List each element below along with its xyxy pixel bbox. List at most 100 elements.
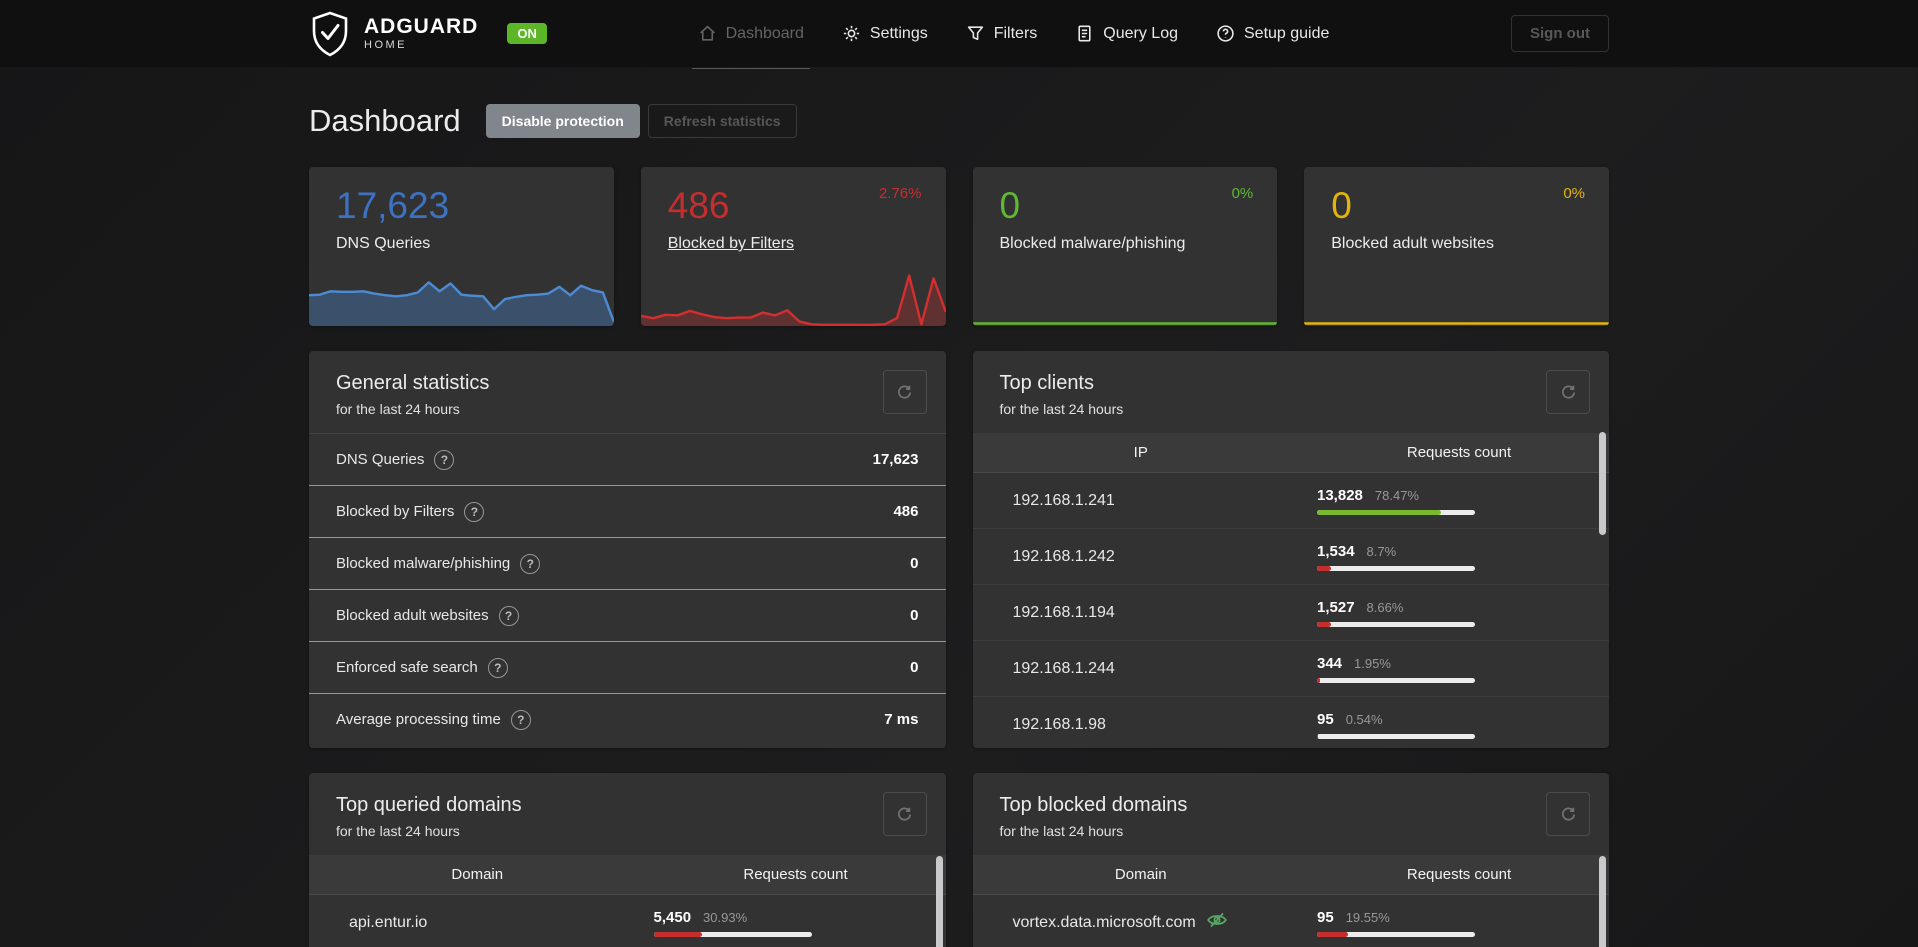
- nav-item-settings[interactable]: Settings: [842, 0, 928, 67]
- blocked-filters-value: 486: [667, 185, 730, 226]
- card-dns-queries: 17,623 DNS Queries: [309, 167, 614, 326]
- stats-row-value: 486: [893, 503, 919, 520]
- top-blocked-domains-panel: Top blocked domains for the last 24 hour…: [972, 773, 1609, 947]
- brand-title: ADGUARD: [364, 15, 479, 38]
- refresh-statistics-button[interactable]: Refresh statistics: [647, 104, 797, 138]
- gear-icon: [843, 25, 860, 42]
- top-blocked-subtitle: for the last 24 hours: [999, 823, 1124, 839]
- card-blocked-adult: 0 Blocked adult websites 0%: [1304, 167, 1609, 326]
- stats-row-label: Blocked adult websites: [336, 607, 489, 624]
- top-clients-panel: Top clients for the last 24 hours IP Req…: [972, 351, 1609, 748]
- top-queried-title: Top queried domains: [336, 794, 522, 816]
- progress-bar: [1317, 565, 1475, 571]
- home-icon: [699, 25, 715, 41]
- dns-queries-sparkline: [309, 270, 614, 326]
- scrollbar-thumb[interactable]: [1599, 432, 1606, 535]
- domain-percent: 30.93%: [703, 909, 748, 925]
- client-ip[interactable]: 192.168.1.98: [1013, 716, 1106, 734]
- disable-protection-button[interactable]: Disable protection: [485, 104, 640, 138]
- top-queried-table-header: Domain Requests count: [309, 855, 946, 895]
- stats-row: Average processing time? 7 ms: [309, 693, 946, 745]
- help-icon[interactable]: ?: [520, 553, 541, 574]
- nav-item-setup-guide[interactable]: Setup guide: [1216, 0, 1329, 67]
- help-icon[interactable]: ?: [434, 449, 455, 470]
- client-row: 192.168.1.244 344 1.95%: [972, 641, 1609, 697]
- column-header-domain: Domain: [451, 866, 504, 883]
- client-ip[interactable]: 192.168.1.241: [1013, 492, 1115, 510]
- sign-out-button[interactable]: Sign out: [1511, 15, 1609, 52]
- help-icon[interactable]: ?: [510, 709, 531, 730]
- nav-item-query-log[interactable]: Query Log: [1075, 0, 1178, 67]
- general-statistics-refresh-button[interactable]: [882, 370, 927, 414]
- stats-row-value: 7 ms: [884, 711, 919, 728]
- top-nav: ADGUARD HOME ON Dashboard Settings Filte…: [0, 0, 1918, 69]
- shield-check-icon: [312, 11, 348, 56]
- question-circle-icon: [1217, 25, 1234, 42]
- client-count: 1,534: [1317, 542, 1355, 560]
- column-header-requests: Requests count: [743, 866, 848, 883]
- stats-row-label: Blocked by Filters: [336, 503, 455, 520]
- client-ip[interactable]: 192.168.1.242: [1013, 548, 1115, 566]
- nav-item-filters[interactable]: Filters: [966, 0, 1038, 67]
- brand-subtitle: HOME: [364, 39, 407, 51]
- top-clients-refresh-button[interactable]: [1546, 370, 1590, 414]
- client-row: 192.168.1.241 13,828 78.47%: [972, 473, 1609, 529]
- domain-percent: 19.55%: [1345, 909, 1390, 925]
- progress-bar: [1317, 733, 1475, 739]
- general-statistics-subtitle: for the last 24 hours: [336, 401, 460, 417]
- refresh-icon: [1561, 385, 1575, 399]
- eye-off-icon[interactable]: [1206, 909, 1228, 936]
- blocked-malware-sparkline: [973, 276, 1278, 326]
- client-count: 13,828: [1317, 486, 1363, 504]
- client-percent: 1.95%: [1354, 655, 1391, 671]
- progress-bar: [1317, 509, 1475, 515]
- help-icon[interactable]: ?: [464, 501, 485, 522]
- stats-row: Enforced safe search? 0: [309, 641, 946, 693]
- top-clients-title: Top clients: [999, 372, 1095, 394]
- blocked-malware-label: Blocked malware/phishing: [999, 235, 1186, 252]
- client-row: 192.168.1.194 1,527 8.66%: [972, 585, 1609, 641]
- help-icon[interactable]: ?: [498, 605, 519, 626]
- page-title: Dashboard: [309, 103, 461, 138]
- progress-bar: [1317, 621, 1475, 627]
- stats-row: DNS Queries? 17,623: [309, 433, 946, 485]
- stats-row-label: Enforced safe search: [336, 659, 478, 676]
- top-queried-domains-panel: Top queried domains for the last 24 hour…: [309, 773, 946, 947]
- dns-queries-value: 17,623: [336, 185, 450, 226]
- client-count: 1,527: [1317, 598, 1355, 616]
- blocked-filters-sparkline: [640, 270, 946, 326]
- general-statistics-table: DNS Queries? 17,623 Blocked by Filters? …: [309, 433, 946, 745]
- scrollbar-thumb[interactable]: [1599, 856, 1606, 947]
- top-blocked-title: Top blocked domains: [999, 794, 1188, 816]
- top-queried-refresh-button[interactable]: [882, 792, 927, 836]
- top-clients-subtitle: for the last 24 hours: [999, 401, 1124, 417]
- client-percent: 8.66%: [1366, 599, 1404, 615]
- progress-bar: [653, 931, 812, 937]
- scrollbar-thumb[interactable]: [935, 856, 943, 947]
- general-statistics-panel: General statistics for the last 24 hours…: [309, 351, 946, 748]
- blocked-filters-percent: 2.76%: [878, 185, 922, 202]
- blocked-adult-percent: 0%: [1563, 185, 1585, 202]
- stats-row-value: 0: [910, 555, 919, 572]
- nav-label: Filters: [993, 24, 1038, 42]
- stats-row: Blocked adult websites? 0: [309, 589, 946, 641]
- queried-domain[interactable]: api.entur.io: [349, 914, 427, 932]
- client-percent: 0.54%: [1345, 711, 1383, 727]
- blocked-filters-link[interactable]: Blocked by Filters: [668, 235, 794, 253]
- top-blocked-table-header: Domain Requests count: [972, 855, 1609, 895]
- client-ip[interactable]: 192.168.1.244: [1013, 660, 1115, 678]
- client-ip[interactable]: 192.168.1.194: [1013, 604, 1115, 622]
- client-count: 95: [1317, 710, 1334, 728]
- top-clients-table-header: IP Requests count: [972, 433, 1609, 473]
- progress-bar: [1317, 677, 1475, 683]
- nav-item-dashboard[interactable]: Dashboard: [691, 0, 811, 69]
- document-icon: [1078, 25, 1091, 42]
- blocked-adult-sparkline: [1304, 276, 1609, 326]
- general-statistics-title: General statistics: [336, 372, 490, 394]
- help-icon[interactable]: ?: [487, 657, 508, 678]
- column-header-domain: Domain: [1114, 866, 1167, 883]
- client-count: 344: [1317, 654, 1343, 672]
- blocked-domain[interactable]: vortex.data.microsoft.com: [1013, 914, 1196, 932]
- top-blocked-refresh-button[interactable]: [1546, 792, 1590, 836]
- stats-row: Blocked malware/phishing? 0: [309, 537, 946, 589]
